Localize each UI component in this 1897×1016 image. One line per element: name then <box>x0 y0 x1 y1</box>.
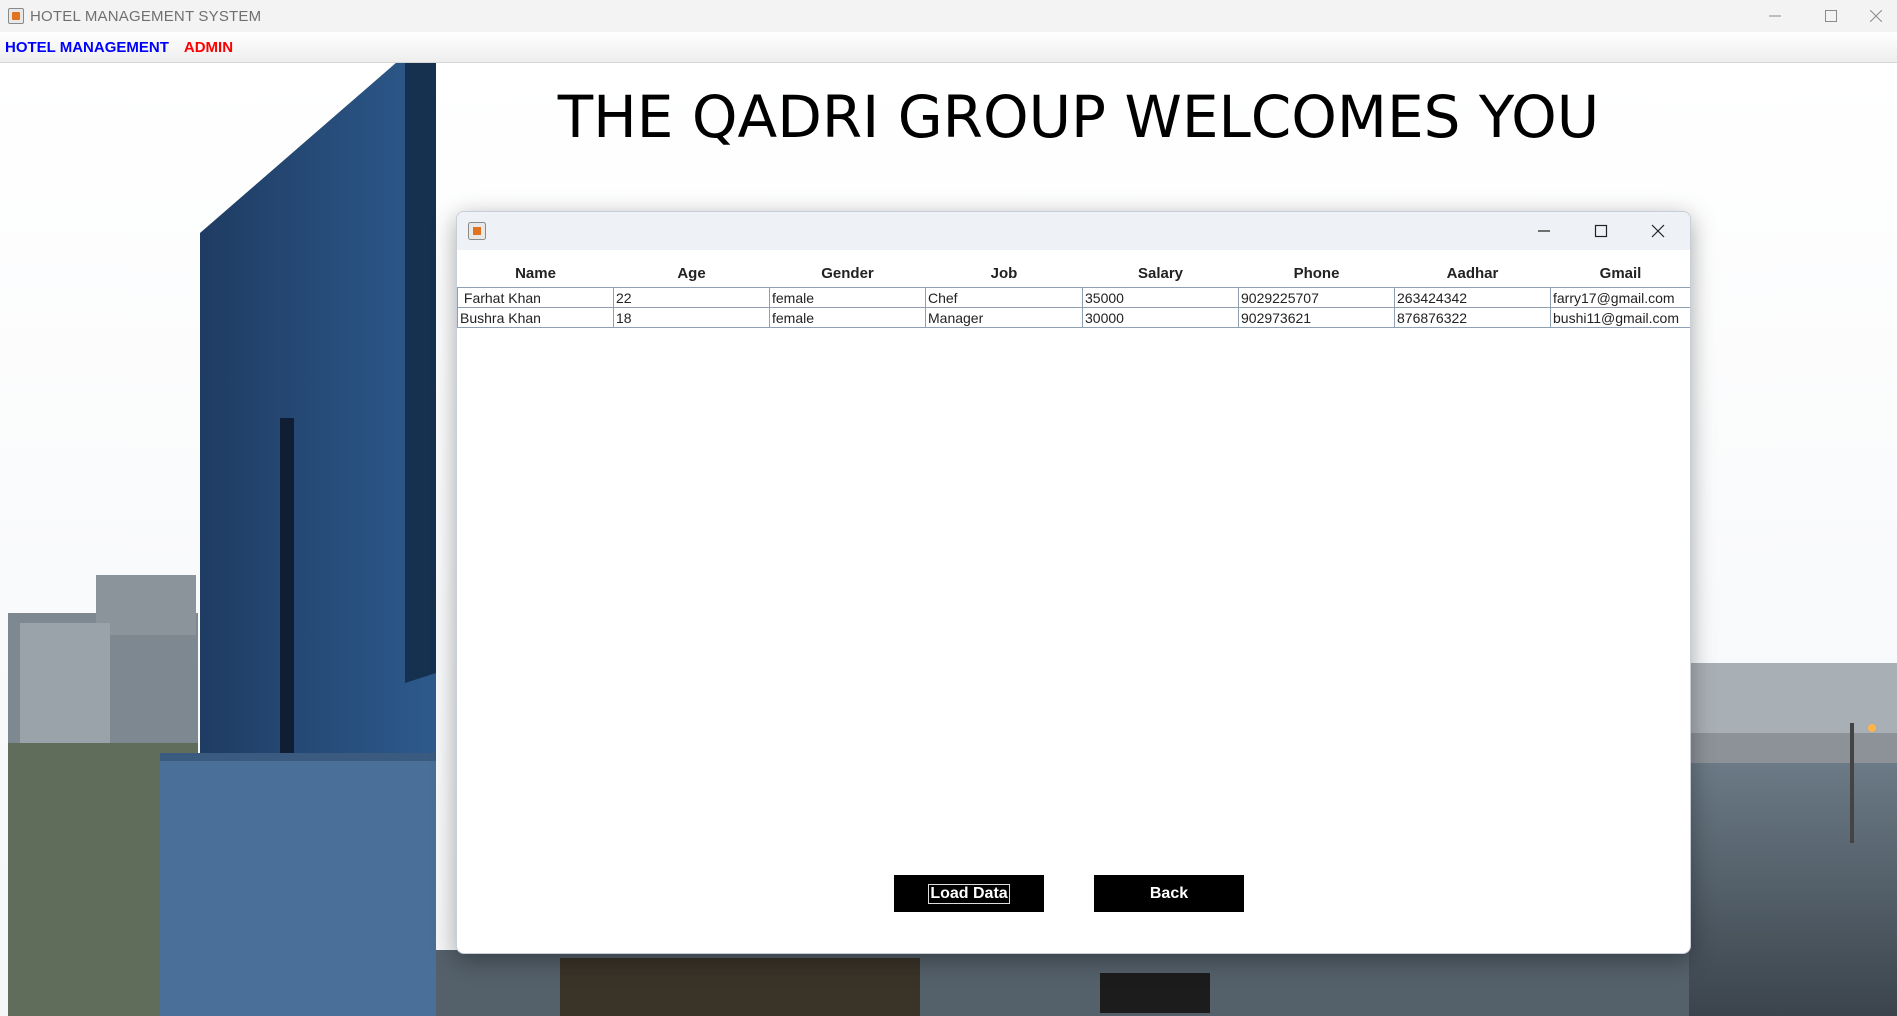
column-header-salary: Salary <box>1137 264 1184 282</box>
window-titlebar: HOTEL MANAGEMENT SYSTEM <box>0 0 1897 32</box>
table-cell[interactable]: female <box>769 287 926 308</box>
column-header-gmail: Gmail <box>1599 264 1642 282</box>
table-cell[interactable]: 30000 <box>1082 307 1239 328</box>
minimize-button[interactable] <box>1752 0 1798 32</box>
column-header-name: Name <box>515 264 556 282</box>
close-icon <box>1651 224 1665 238</box>
dialog-close-button[interactable] <box>1635 212 1681 250</box>
dialog-minimize-button[interactable] <box>1521 212 1567 250</box>
load-data-button[interactable]: Load Data <box>894 875 1044 912</box>
table-cell[interactable]: Chef <box>925 287 1083 308</box>
window-title: HOTEL MANAGEMENT SYSTEM <box>30 7 262 25</box>
maximize-icon <box>1594 224 1608 238</box>
column-header-aadhar: Aadhar <box>1446 264 1499 282</box>
back-label: Back <box>1149 884 1189 902</box>
maximize-icon <box>1825 10 1837 22</box>
dialog-maximize-button[interactable] <box>1578 212 1624 250</box>
minimize-icon <box>1769 15 1781 17</box>
welcome-headline: THE QADRI GROUP WELCOMES YOU <box>557 83 1600 151</box>
table-cell[interactable]: Farhat Khan <box>457 287 614 308</box>
table-cell[interactable]: bushi11@gmail.com <box>1550 307 1690 328</box>
close-button[interactable] <box>1864 0 1897 32</box>
dialog-titlebar <box>457 212 1690 250</box>
minimize-icon <box>1538 230 1550 232</box>
back-button[interactable]: Back <box>1094 875 1244 912</box>
column-header-job: Job <box>990 264 1018 282</box>
table-cell[interactable]: Manager <box>925 307 1083 328</box>
menubar: HOTEL MANAGEMENT ADMIN <box>0 32 1897 63</box>
table-cell[interactable]: female <box>769 307 926 328</box>
table-cell[interactable]: 22 <box>613 287 770 308</box>
table-cell[interactable]: 902973621 <box>1238 307 1395 328</box>
table-cell[interactable]: 876876322 <box>1394 307 1551 328</box>
java-cup-icon <box>8 8 24 24</box>
close-icon <box>1870 10 1882 22</box>
table-header-row: Name Age Gender Job Salary Phone Aadhar … <box>458 259 1691 288</box>
table-cell[interactable]: farry17@gmail.com <box>1550 287 1690 308</box>
table-cell[interactable]: 263424342 <box>1394 287 1551 308</box>
table-cell[interactable]: Bushra Khan <box>457 307 614 328</box>
maximize-button[interactable] <box>1808 0 1854 32</box>
menu-hotel-management[interactable]: HOTEL MANAGEMENT <box>5 39 169 56</box>
menu-admin[interactable]: ADMIN <box>184 39 233 56</box>
table-row[interactable]: Bushra Khan 18 female Manager 30000 9029… <box>457 307 1690 328</box>
table-row[interactable]: Farhat Khan 22 female Chef 35000 9029225… <box>457 287 1690 308</box>
column-header-age: Age <box>677 264 706 282</box>
table-cell[interactable]: 35000 <box>1082 287 1239 308</box>
column-header-gender: Gender <box>821 264 874 282</box>
column-header-phone: Phone <box>1293 264 1340 282</box>
employee-info-dialog: Name Age Gender Job Salary Phone Aadhar … <box>456 211 1691 954</box>
table-cell[interactable]: 18 <box>613 307 770 328</box>
table-cell[interactable]: 9029225707 <box>1238 287 1395 308</box>
employee-table: Name Age Gender Job Salary Phone Aadhar … <box>457 259 1691 328</box>
java-cup-icon <box>468 222 486 245</box>
load-data-label: Load Data <box>928 883 1010 904</box>
